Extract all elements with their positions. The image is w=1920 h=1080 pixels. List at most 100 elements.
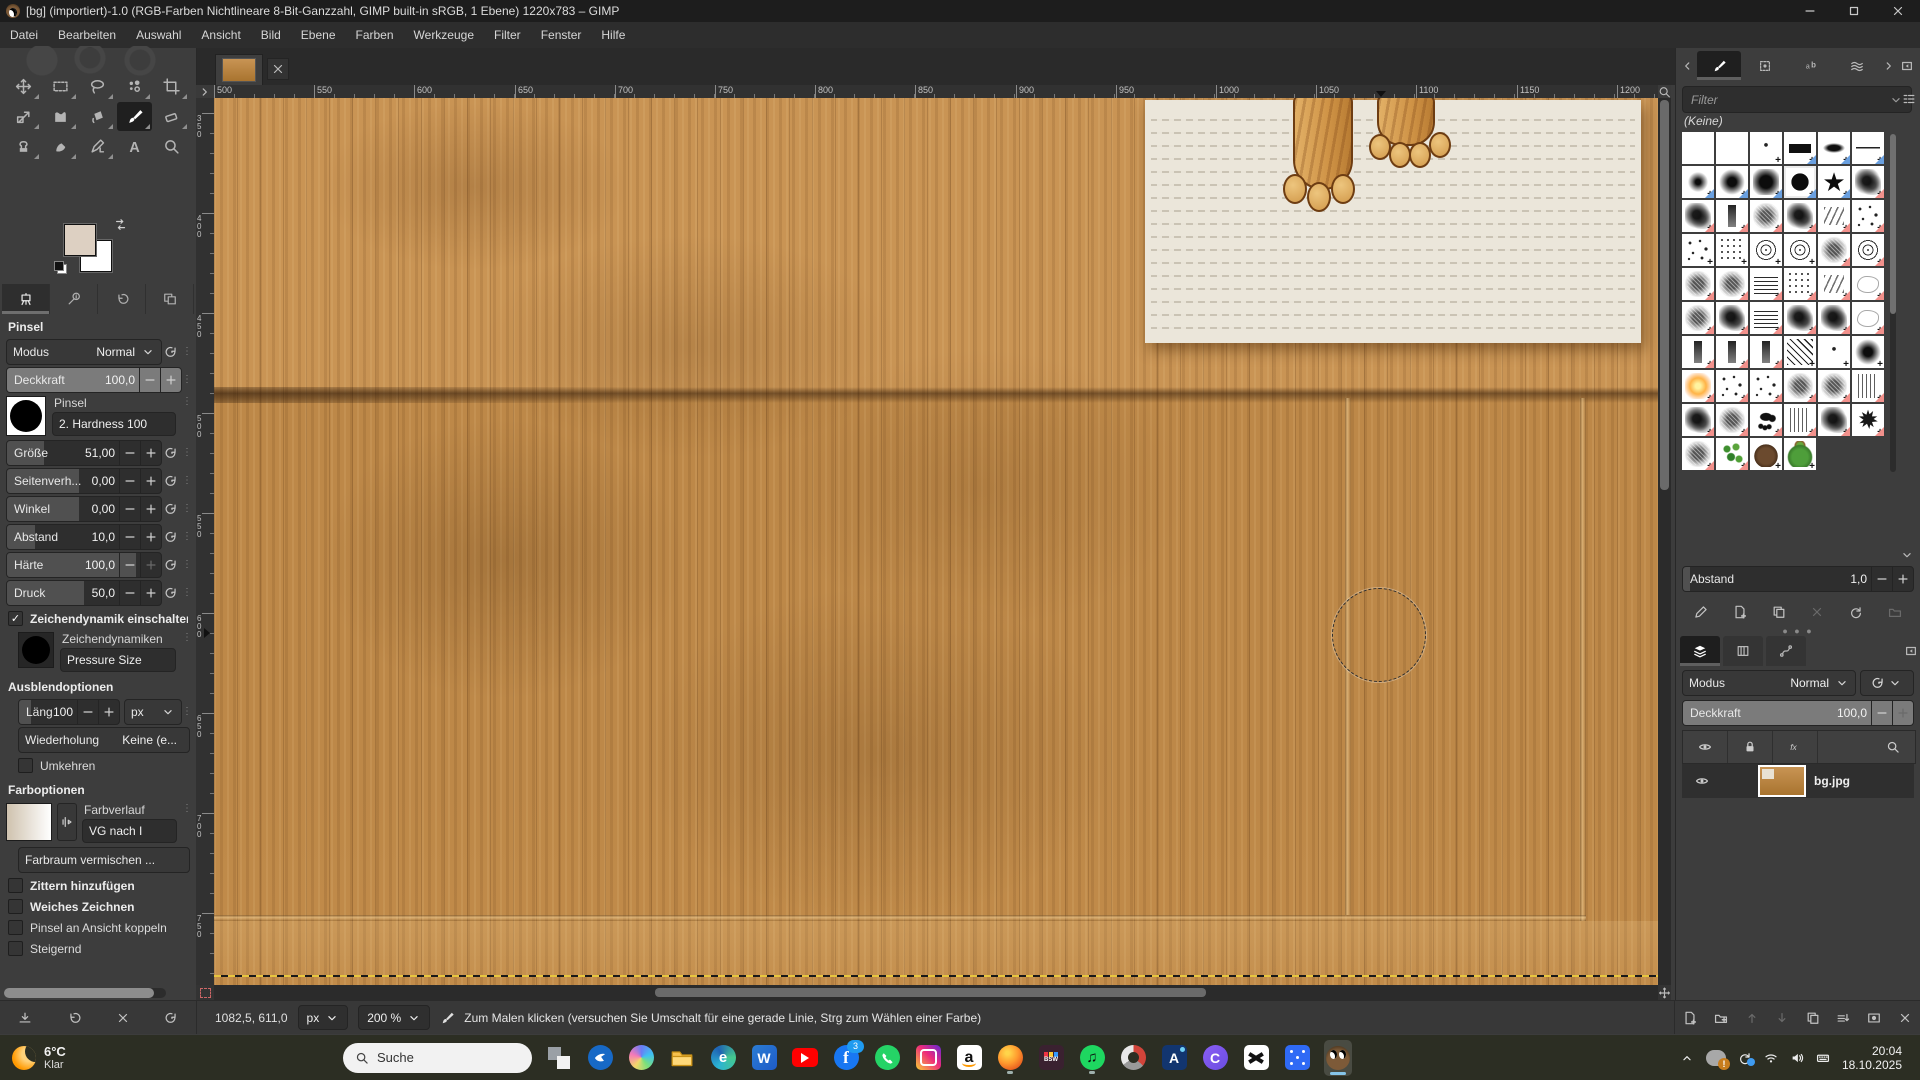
tab-gradients[interactable] [1835, 51, 1879, 80]
opacity-plus-button[interactable] [160, 368, 181, 392]
blend-space-select[interactable]: Farbraum vermischen ... [18, 847, 190, 873]
brush-cell[interactable]: + [1784, 234, 1816, 266]
taskbar-app-whatsapp[interactable] [873, 1043, 901, 1073]
brush-spacing-slider[interactable]: Abstand 1,0 [1682, 566, 1914, 592]
brush-cell[interactable]: + [1784, 302, 1816, 334]
layer-row-bg[interactable]: bg.jpg [1682, 764, 1914, 798]
minus-button[interactable] [119, 469, 140, 493]
brush-cell[interactable]: + [1682, 302, 1714, 334]
free-select-tool[interactable] [80, 72, 115, 101]
brush-section-collapse[interactable] [1682, 548, 1914, 562]
cloud-warning-icon[interactable] [1706, 1050, 1726, 1066]
minus-button[interactable] [119, 553, 140, 577]
brush-cell[interactable] [1682, 132, 1714, 164]
brush-cell[interactable]: + [1818, 200, 1850, 232]
dock-menu-icon[interactable] [1899, 59, 1915, 73]
taskbar-app-instagram[interactable] [914, 1043, 942, 1073]
menu-ansicht[interactable]: Ansicht [191, 22, 250, 48]
plus-button[interactable] [140, 553, 161, 577]
brush-cell[interactable]: + [1784, 404, 1816, 436]
brush-cell[interactable]: + [1682, 438, 1714, 470]
taskbar-app-file-explorer[interactable] [668, 1043, 696, 1073]
merge-layer-button[interactable] [1836, 1011, 1850, 1025]
paintbrush-tool[interactable] [117, 102, 152, 131]
brush-cell[interactable]: + [1750, 234, 1782, 266]
save-preset-button[interactable] [18, 1011, 32, 1025]
brush-cell[interactable]: + [1852, 200, 1884, 232]
brush-cell[interactable]: + [1750, 302, 1782, 334]
lock-header-icon[interactable] [1728, 731, 1773, 763]
taskbar-app-usage-ring[interactable] [1119, 1043, 1147, 1073]
reset-tool-options-button[interactable] [165, 1011, 179, 1025]
brush-cell[interactable]: + [1784, 370, 1816, 402]
edit-brush-button[interactable] [1694, 605, 1708, 619]
brush-cell[interactable]: + [1818, 132, 1850, 164]
lower-layer-button[interactable] [1775, 1011, 1789, 1025]
new-layer-group-button[interactable] [1714, 1011, 1728, 1025]
default-colors-icon[interactable] [54, 261, 67, 274]
slider-hrte[interactable]: Härte100,0 [6, 552, 162, 578]
slider-winkel[interactable]: Winkel0,00 [6, 496, 162, 522]
bucket-fill-tool[interactable] [80, 102, 115, 131]
maximize-button[interactable] [1832, 0, 1876, 22]
rectangle-select-tool[interactable] [43, 72, 78, 101]
swap-colors-icon[interactable] [114, 218, 128, 232]
tab-paths[interactable] [1766, 636, 1806, 666]
close-button[interactable] [1876, 0, 1920, 22]
brush-cell[interactable]: + [1716, 336, 1748, 368]
brush-cell[interactable]: + [1784, 336, 1816, 368]
brush-cell[interactable]: + [1818, 336, 1850, 368]
tabs-scroll-right-icon[interactable] [1881, 59, 1897, 73]
taskbar-app-task-view[interactable] [545, 1043, 573, 1073]
reset-button[interactable] [162, 470, 182, 492]
brush-cell[interactable]: + [1750, 336, 1782, 368]
brush-cell[interactable]: + [1682, 268, 1714, 300]
brush-thumbnail[interactable] [6, 396, 46, 436]
brush-cell[interactable]: + [1716, 166, 1748, 198]
taskbar-app-youtube[interactable] [791, 1043, 819, 1073]
brush-cell[interactable]: + [1852, 268, 1884, 300]
brush-cell[interactable]: + [1750, 438, 1782, 470]
text-tool[interactable]: A [117, 132, 152, 161]
transform-tool[interactable] [6, 102, 41, 131]
brush-filter-input[interactable]: Filter [1682, 86, 1912, 113]
quick-mask-button[interactable] [196, 985, 214, 1000]
brush-cell[interactable]: + [1852, 370, 1884, 402]
taskbar-app-firefox[interactable] [996, 1043, 1024, 1073]
brush-cell[interactable]: + [1716, 302, 1748, 334]
zoom-follow-button[interactable] [1658, 85, 1671, 98]
tab-tool-options[interactable] [2, 284, 50, 314]
tab-patterns[interactable] [1743, 51, 1787, 80]
taskbar-app-word[interactable]: W [750, 1043, 778, 1073]
smudge-tool[interactable] [43, 132, 78, 161]
zoom-select[interactable]: 200 % [358, 1005, 430, 1030]
minus-button[interactable] [119, 497, 140, 521]
taskbar-app-capcut[interactable] [1242, 1043, 1270, 1073]
ink-tool[interactable] [80, 132, 115, 161]
brush-cell[interactable]: + [1818, 370, 1850, 402]
fade-unit-select[interactable]: px [124, 699, 182, 725]
brush-cell[interactable]: + [1716, 268, 1748, 300]
weather-widget[interactable]: 6°CKlar [12, 1045, 132, 1071]
taskbar-app-dice[interactable] [1283, 1043, 1311, 1073]
tab-device-status[interactable] [50, 284, 98, 314]
menu-filter[interactable]: Filter [484, 22, 531, 48]
warp-tool[interactable] [43, 102, 78, 131]
vertical-scrollbar[interactable] [1658, 98, 1671, 985]
crop-tool[interactable] [154, 72, 189, 101]
brush-cell[interactable]: + [1852, 302, 1884, 334]
spacing-plus-button[interactable] [1892, 567, 1913, 591]
tab-channels[interactable] [1723, 636, 1763, 666]
brush-cell[interactable]: + [1682, 166, 1714, 198]
visibility-header-icon[interactable] [1683, 731, 1728, 763]
brush-list-view-button[interactable] [1900, 86, 1918, 111]
brush-cell[interactable]: + [1852, 166, 1884, 198]
menu-hilfe[interactable]: Hilfe [591, 22, 635, 48]
fade-plus-button[interactable] [98, 700, 119, 724]
search-layers-icon[interactable] [1871, 731, 1915, 763]
tab-undo-history[interactable] [98, 284, 146, 314]
dynamics-enable-checkbox[interactable]: ✓ [8, 611, 23, 626]
reset-button[interactable] [162, 498, 182, 520]
brush-cell[interactable]: + [1682, 404, 1714, 436]
add-mask-button[interactable] [1867, 1011, 1881, 1025]
